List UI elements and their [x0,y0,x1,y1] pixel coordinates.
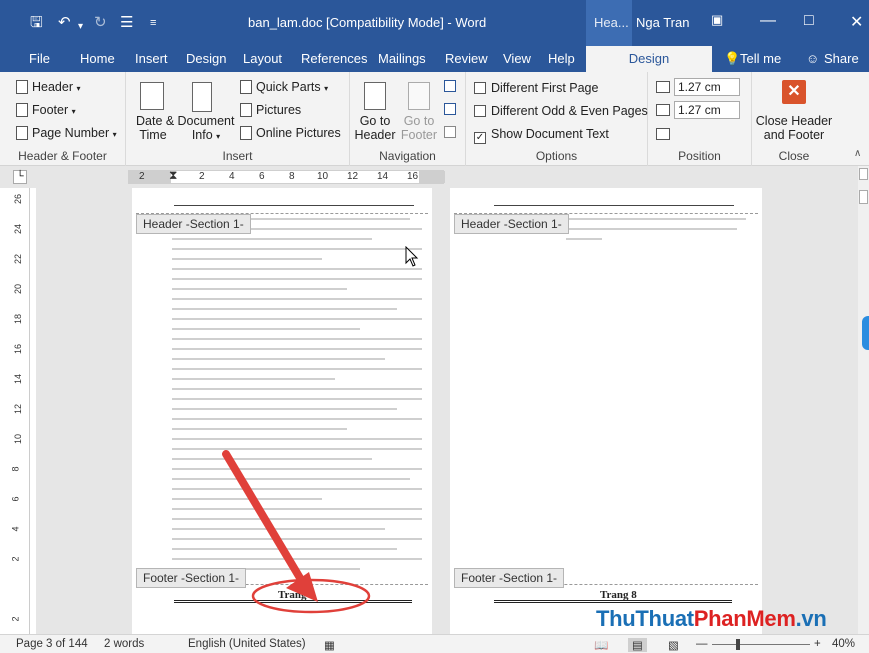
web-layout-icon[interactable]: ▧ [668,638,679,652]
zoom-slider-thumb[interactable] [736,639,740,650]
language-indicator[interactable]: English (United States) [188,638,306,650]
zoom-in-icon[interactable]: + [814,638,821,650]
scroll-thumb[interactable] [859,190,868,204]
page-count[interactable]: Page 3 of 144 [16,638,88,650]
annotation-arrow-icon [222,450,304,582]
print-layout-icon[interactable]: ▤ [628,638,647,652]
read-mode-icon[interactable]: 📖 [594,638,608,652]
annotation-overlay [222,450,371,614]
zoom-level[interactable]: 40% [832,638,855,650]
word-count[interactable]: 2 words [104,638,144,650]
watermark-part-3: .vn [795,606,827,631]
side-panel-tab[interactable] [862,316,869,350]
scroll-up-icon[interactable] [859,168,868,180]
watermark-part-2: PhanMem [693,606,796,631]
vertical-scrollbar[interactable] [858,166,869,634]
zoom-slider[interactable] [712,644,810,645]
watermark-logo: ThuThuatPhanMem.vn [596,606,827,632]
watermark-part-1: ThuThuat [596,606,694,631]
accessibility-icon[interactable]: ▦ [324,638,335,652]
status-bar: Page 3 of 144 2 words English (United St… [0,634,869,653]
zoom-out-icon[interactable]: — [696,638,708,650]
